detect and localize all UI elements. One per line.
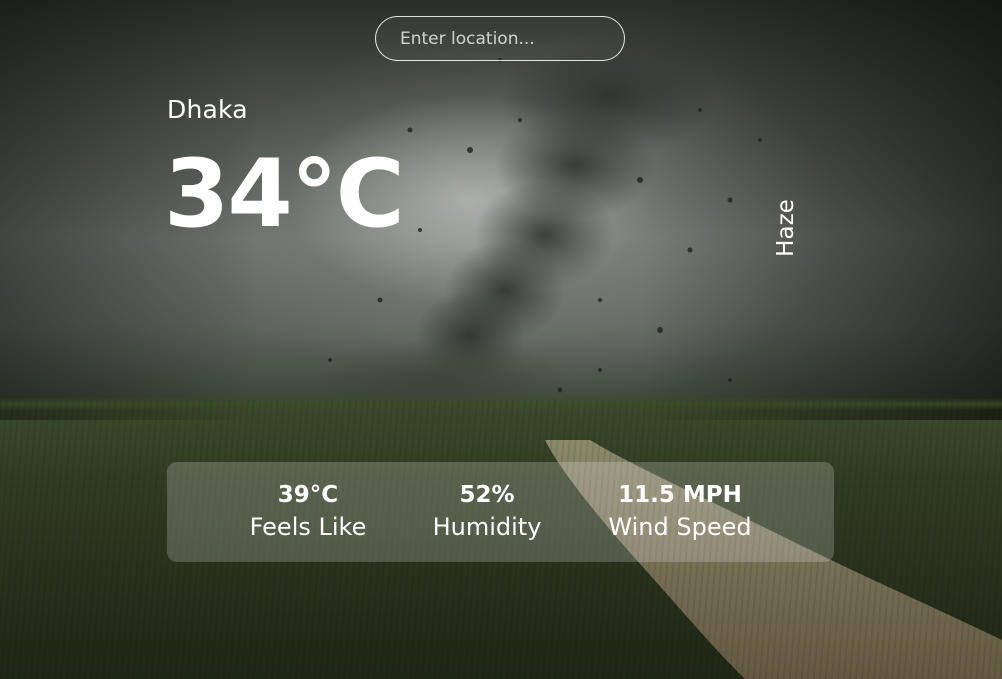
location-search-input[interactable] — [375, 16, 625, 61]
wind-speed-stat: 11.5 MPH Wind Speed — [608, 480, 751, 544]
current-temperature: 34°C — [164, 140, 405, 249]
humidity-label: Humidity — [432, 513, 542, 541]
feels-like-value: 39°C — [277, 482, 339, 508]
weather-condition: Haze — [768, 178, 804, 278]
feels-like-stat: 39°C Feels Like — [250, 480, 367, 544]
wind-speed-value: 11.5 MPH — [618, 482, 742, 508]
city-name: Dhaka — [167, 95, 248, 124]
humidity-stat: 52% Humidity — [433, 480, 542, 544]
feels-like-label: Feels Like — [249, 513, 367, 541]
weather-stats-panel: 39°C Feels Like 52% Humidity 11.5 MPH Wi… — [167, 462, 834, 562]
weather-condition-label: Haze — [773, 199, 799, 257]
humidity-value: 52% — [459, 482, 515, 508]
wind-speed-label: Wind Speed — [608, 513, 752, 541]
